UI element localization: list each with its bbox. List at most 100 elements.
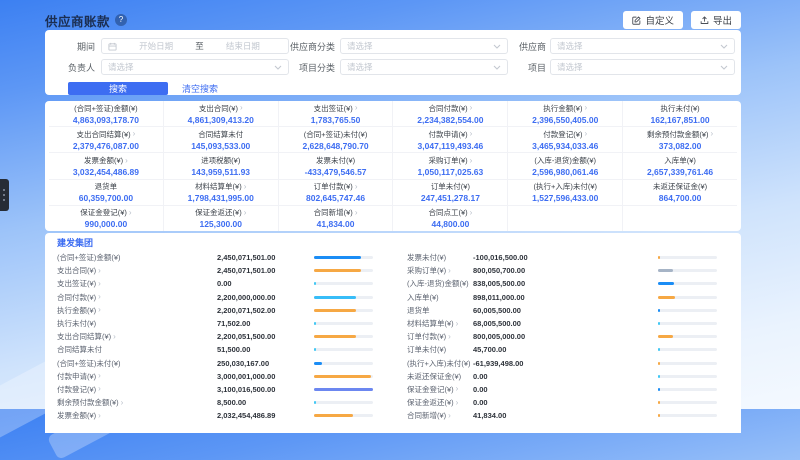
owner-label: 负责人 bbox=[57, 61, 95, 74]
list-item[interactable]: 支出合同(¥)›2,450,071,501.00 bbox=[57, 264, 373, 277]
drilldown-arrow-icon: › bbox=[113, 333, 116, 341]
row-label-text: 剩余预付款金额(¥) bbox=[57, 397, 119, 408]
search-button[interactable]: 搜索 bbox=[68, 82, 168, 95]
project-select[interactable]: 请选择 bbox=[550, 59, 735, 75]
stat-label-text: 合同付款(¥) bbox=[428, 103, 467, 114]
row-label-text: 合同结算未付 bbox=[57, 344, 102, 355]
stat-value: 2,234,382,554.00 bbox=[417, 115, 483, 125]
row-label-text: 发票未付(¥) bbox=[407, 252, 446, 263]
bar-fill bbox=[658, 375, 660, 378]
stat-value: 1,798,431,995.00 bbox=[188, 193, 254, 203]
stat-cell[interactable]: 合同新增(¥)›41,834.00 bbox=[279, 206, 393, 231]
stat-cell: 发票未付(¥)-433,479,546.57 bbox=[279, 153, 393, 179]
stat-cell[interactable]: 剩余预付款金额(¥)›373,082.00 bbox=[623, 127, 737, 153]
bar-fill bbox=[314, 335, 356, 338]
export-button[interactable]: 导出 bbox=[691, 11, 741, 29]
period-daterange-input[interactable]: 开始日期 至 结束日期 bbox=[101, 38, 289, 54]
stat-cell[interactable]: 合同付款(¥)›2,234,382,554.00 bbox=[393, 101, 507, 127]
stat-value: 60,359,700.00 bbox=[79, 193, 133, 203]
row-value: -100,016,500.00 bbox=[473, 253, 528, 262]
row-label: 退货单 bbox=[407, 305, 471, 316]
list-item[interactable]: 采购订单(¥)›800,050,700.00 bbox=[407, 264, 717, 277]
bar-track bbox=[314, 256, 373, 259]
row-value: 2,450,071,501.00 bbox=[217, 266, 275, 275]
chevron-down-icon bbox=[493, 44, 501, 49]
stat-cell[interactable]: 执行金额(¥)›2,396,550,405.00 bbox=[508, 101, 622, 127]
drilldown-arrow-icon: › bbox=[448, 267, 451, 275]
stat-cell[interactable]: 保证金返还(¥)›125,300.00 bbox=[164, 206, 278, 231]
bar-fill bbox=[314, 256, 361, 259]
list-item[interactable]: 支出签证(¥)›0.00 bbox=[57, 277, 373, 290]
bar-fill bbox=[314, 269, 361, 272]
stat-cell[interactable]: 订单付款(¥)›802,645,747.46 bbox=[279, 180, 393, 206]
bar-track bbox=[314, 362, 373, 365]
stat-label-text: 合同新增(¥) bbox=[314, 207, 353, 218]
stat-cell[interactable]: 保证金登记(¥)›990,000.00 bbox=[49, 206, 163, 231]
edit-icon bbox=[632, 16, 641, 25]
bar-track bbox=[314, 348, 373, 351]
list-item[interactable]: 合同新增(¥)›41,834.00 bbox=[407, 409, 717, 422]
list-item[interactable]: 合同付款(¥)›2,200,000,000.00 bbox=[57, 291, 373, 304]
list-item[interactable]: 支出合同结算(¥)›2,200,051,500.00 bbox=[57, 330, 373, 343]
supplier-category-select[interactable]: 请选择 bbox=[340, 38, 508, 54]
row-label: (合同+签证)金额(¥) bbox=[57, 252, 215, 263]
stat-label-text: 发票未付(¥) bbox=[316, 155, 355, 166]
stat-cell[interactable]: 发票金额(¥)›3,032,454,486.89 bbox=[49, 153, 163, 179]
drilldown-arrow-icon: › bbox=[584, 104, 587, 112]
stat-cell[interactable]: 支出合同(¥)›4,861,309,413.20 bbox=[164, 101, 278, 127]
list-item[interactable]: 剩余预付款金额(¥)›8,500.00 bbox=[57, 396, 373, 409]
stat-label: 执行金额(¥)› bbox=[543, 103, 587, 114]
row-label: 合同结算未付 bbox=[57, 344, 215, 355]
stat-cell: 执行未付(¥)162,167,851.00 bbox=[623, 101, 737, 127]
row-label-text: (合同+签证)金额(¥) bbox=[57, 252, 121, 263]
stat-label-text: 支出合同(¥) bbox=[199, 103, 238, 114]
stat-cell[interactable]: 支出合同结算(¥)›2,379,476,087.00 bbox=[49, 127, 163, 153]
list-item[interactable]: 付款申请(¥)›3,000,001,000.00 bbox=[57, 370, 373, 383]
row-value: 3,100,016,500.00 bbox=[217, 385, 275, 394]
list-item[interactable]: 订单付款(¥)›800,005,000.00 bbox=[407, 330, 717, 343]
sidebar-collapse-handle[interactable] bbox=[0, 179, 9, 211]
stat-label-text: 合同结算未付 bbox=[198, 129, 243, 140]
help-icon[interactable]: ? bbox=[115, 14, 127, 26]
list-item[interactable]: 材料结算单(¥)›68,005,500.00 bbox=[407, 317, 717, 330]
stat-cell[interactable]: 支出签证(¥)›1,783,765.50 bbox=[279, 101, 393, 127]
list-item[interactable]: 付款登记(¥)›3,100,016,500.00 bbox=[57, 383, 373, 396]
row-value: 0.00 bbox=[217, 279, 232, 288]
stat-label: 支出合同结算(¥)› bbox=[76, 129, 135, 140]
stats-column: (合同+签证)金额(¥)4,863,093,178.70支出合同结算(¥)›2,… bbox=[49, 101, 164, 231]
filter-panel: 期间 开始日期 至 结束日期 供应商分类 请选择 供应商 请选择 负责人 请选择… bbox=[45, 30, 741, 95]
stat-cell[interactable]: 付款申请(¥)›3,047,119,493.46 bbox=[393, 127, 507, 153]
stat-cell[interactable]: 采购订单(¥)›1,050,117,025.63 bbox=[393, 153, 507, 179]
stat-value: 2,628,648,790.70 bbox=[302, 141, 368, 151]
list-item[interactable]: 发票金额(¥)›2,032,454,486.89 bbox=[57, 409, 373, 422]
stat-value: 1,783,765.50 bbox=[311, 115, 361, 125]
stat-label-text: 订单付款(¥) bbox=[314, 181, 353, 192]
drilldown-arrow-icon: › bbox=[456, 385, 459, 393]
owner-select[interactable]: 请选择 bbox=[101, 59, 289, 75]
stat-cell[interactable]: 材料结算单(¥)›1,798,431,995.00 bbox=[164, 180, 278, 206]
stat-cell[interactable]: 合同点工(¥)›44,800.00 bbox=[393, 206, 507, 231]
list-item[interactable]: 执行金额(¥)›2,200,071,502.00 bbox=[57, 304, 373, 317]
bar-fill bbox=[658, 309, 660, 312]
row-value: 800,050,700.00 bbox=[473, 266, 525, 275]
list-item[interactable]: 保证金登记(¥)›0.00 bbox=[407, 383, 717, 396]
stat-cell: 进项税额(¥)143,959,511.93 bbox=[164, 153, 278, 179]
group-name-link[interactable]: 建发集团 bbox=[57, 237, 729, 249]
list-item[interactable]: 保证金返还(¥)›0.00 bbox=[407, 396, 717, 409]
clear-search-link[interactable]: 清空搜索 bbox=[182, 82, 218, 95]
project-category-select[interactable]: 请选择 bbox=[340, 59, 508, 75]
supplier-select[interactable]: 请选择 bbox=[550, 38, 735, 54]
drag-dots-icon bbox=[3, 189, 5, 191]
customize-button[interactable]: 自定义 bbox=[623, 11, 683, 29]
stat-cell[interactable]: 付款登记(¥)›3,465,934,033.46 bbox=[508, 127, 622, 153]
bar-track bbox=[658, 296, 717, 299]
list-item: 合同结算未付51,500.00 bbox=[57, 343, 373, 356]
end-date-placeholder: 结束日期 bbox=[204, 40, 282, 52]
bar-fill bbox=[314, 388, 373, 391]
row-value: 250,030,167.00 bbox=[217, 359, 269, 368]
stat-value: 145,093,533.00 bbox=[191, 141, 250, 151]
row-label-text: 支出签证(¥) bbox=[57, 278, 96, 289]
row-label: 采购订单(¥)› bbox=[407, 265, 471, 276]
list-item: (入库-退货)金额(¥)838,005,500.00 bbox=[407, 277, 717, 290]
drilldown-arrow-icon: › bbox=[240, 104, 243, 112]
